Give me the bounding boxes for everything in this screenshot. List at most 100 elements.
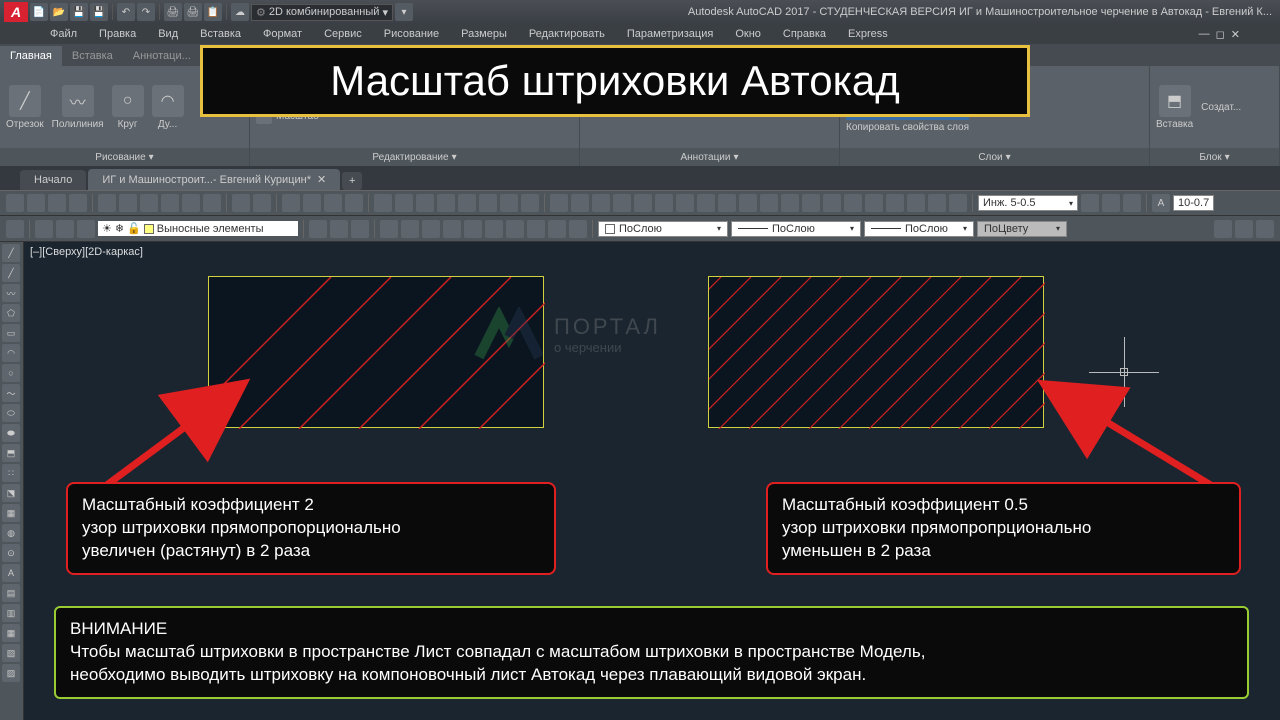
print-icon[interactable]: 🖨 <box>184 3 202 21</box>
menu-help[interactable]: Справка <box>783 28 826 40</box>
tb-icon[interactable] <box>98 194 116 212</box>
tb-icon[interactable] <box>1102 194 1120 212</box>
draw-tool-icon[interactable]: ╱ <box>2 244 20 262</box>
tb-icon[interactable] <box>161 194 179 212</box>
tb-icon[interactable] <box>380 220 398 238</box>
menu-express[interactable]: Express <box>848 28 888 40</box>
tb-icon[interactable] <box>592 194 610 212</box>
tab-home[interactable]: Главная <box>0 46 62 66</box>
tb-icon[interactable] <box>823 194 841 212</box>
panel-annot-label[interactable]: Аннотации ▾ <box>580 148 839 166</box>
tb-icon[interactable] <box>907 194 925 212</box>
tb-icon[interactable] <box>527 220 545 238</box>
panel-block-label[interactable]: Блок ▾ <box>1150 148 1279 166</box>
tb-icon[interactable] <box>330 220 348 238</box>
panel-layers-label[interactable]: Слои ▾ <box>840 148 1149 166</box>
tb-icon[interactable] <box>140 194 158 212</box>
tb-icon[interactable] <box>1081 194 1099 212</box>
tb-icon[interactable] <box>760 194 778 212</box>
tb-icon[interactable] <box>282 194 300 212</box>
draw-tool-icon[interactable]: ╱ <box>2 264 20 282</box>
tb-icon[interactable] <box>949 194 967 212</box>
tb-icon[interactable] <box>781 194 799 212</box>
tb-icon[interactable] <box>48 194 66 212</box>
line-button[interactable]: ╱Отрезок <box>6 85 44 130</box>
menu-insert[interactable]: Вставка <box>200 28 241 40</box>
maximize-icon[interactable]: ◻ <box>1216 28 1225 41</box>
undo-icon[interactable]: ↶ <box>117 3 135 21</box>
tb-icon[interactable] <box>6 194 24 212</box>
draw-tool-icon[interactable]: ▥ <box>2 604 20 622</box>
tb-icon[interactable] <box>203 194 221 212</box>
tab-annot[interactable]: Аннотаци... <box>123 46 201 66</box>
linetype-combo[interactable]: ПоСлою▾ <box>731 221 861 237</box>
tb-icon[interactable] <box>351 220 369 238</box>
tb-icon[interactable] <box>1256 220 1274 238</box>
text-style-dropdown[interactable]: 10-0.7 <box>1173 195 1214 211</box>
circle-button[interactable]: ○Круг <box>112 85 144 130</box>
tb-icon[interactable] <box>303 194 321 212</box>
tb-icon[interactable] <box>548 220 566 238</box>
tb-icon[interactable] <box>309 220 327 238</box>
autocad-logo[interactable]: A <box>4 2 28 22</box>
arc-button[interactable]: ◠Ду... <box>152 85 184 130</box>
tb-icon[interactable] <box>345 194 363 212</box>
tb-icon[interactable] <box>458 194 476 212</box>
draw-tool-icon[interactable]: ▦ <box>2 504 20 522</box>
plotstyle-combo[interactable]: ПоЦвету▾ <box>977 221 1067 237</box>
tb-icon[interactable] <box>253 194 271 212</box>
tb-icon[interactable] <box>928 194 946 212</box>
draw-tool-icon[interactable]: A <box>2 564 20 582</box>
save-icon[interactable]: 💾 <box>70 3 88 21</box>
tb-icon[interactable] <box>802 194 820 212</box>
menu-file[interactable]: Файл <box>50 28 77 40</box>
draw-tool-icon[interactable]: ○ <box>2 364 20 382</box>
open-icon[interactable]: 📂 <box>50 3 68 21</box>
tb-icon[interactable] <box>550 194 568 212</box>
redo-icon[interactable]: ↷ <box>137 3 155 21</box>
tb-icon[interactable] <box>697 194 715 212</box>
tb-icon[interactable] <box>886 194 904 212</box>
tb-icon[interactable] <box>479 194 497 212</box>
tb-icon[interactable] <box>56 220 74 238</box>
draw-tool-icon[interactable]: ▤ <box>2 584 20 602</box>
tb-icon[interactable] <box>1123 194 1141 212</box>
tb-icon[interactable] <box>500 194 518 212</box>
dim-style-dropdown[interactable]: Инж. 5-0.5▾ <box>978 195 1078 211</box>
tb-icon[interactable] <box>437 194 455 212</box>
doc-tab-active[interactable]: ИГ и Машиностроит...- Евгений Курицин*✕ <box>88 169 340 190</box>
draw-tool-icon[interactable]: 〜 <box>2 384 20 402</box>
cloud-icon[interactable]: ☁ <box>231 3 249 21</box>
tb-icon[interactable] <box>521 194 539 212</box>
draw-tool-icon[interactable]: ◠ <box>2 344 20 362</box>
draw-tool-icon[interactable]: ⬔ <box>2 484 20 502</box>
panel-draw-label[interactable]: Рисование ▾ <box>0 148 249 166</box>
tb-icon[interactable] <box>401 220 419 238</box>
qat-more-icon[interactable]: ▾ <box>395 3 413 21</box>
menu-edit[interactable]: Правка <box>99 28 136 40</box>
draw-tool-icon[interactable]: ▨ <box>2 664 20 682</box>
menu-format[interactable]: Формат <box>263 28 302 40</box>
tab-insert[interactable]: Вставка <box>62 46 123 66</box>
draw-tool-icon[interactable]: ▭ <box>2 324 20 342</box>
tb-icon[interactable] <box>27 194 45 212</box>
tb-icon[interactable] <box>119 194 137 212</box>
tb-icon[interactable] <box>77 220 95 238</box>
draw-tool-icon[interactable]: ∷ <box>2 464 20 482</box>
tb-icon[interactable] <box>35 220 53 238</box>
tb-icon[interactable] <box>416 194 434 212</box>
workspace-dropdown[interactable]: ⚙ 2D комбинированный ▾ <box>251 4 393 21</box>
add-tab-button[interactable]: + <box>342 172 362 190</box>
layer-combo[interactable]: ☀❄🔓Выносные элементы <box>98 221 298 236</box>
draw-tool-icon[interactable]: ▦ <box>2 624 20 642</box>
tb-icon[interactable] <box>464 220 482 238</box>
tb-icon[interactable] <box>1214 220 1232 238</box>
tb-icon[interactable] <box>182 194 200 212</box>
view-label[interactable]: [–][Сверху][2D-каркас] <box>30 246 143 258</box>
insert-button[interactable]: ⬒Вставка <box>1156 85 1193 130</box>
tb-icon[interactable] <box>324 194 342 212</box>
draw-tool-icon[interactable]: ⬠ <box>2 304 20 322</box>
tb-icon[interactable] <box>865 194 883 212</box>
doc-tab-start[interactable]: Начало <box>20 170 86 190</box>
tb-icon[interactable] <box>676 194 694 212</box>
